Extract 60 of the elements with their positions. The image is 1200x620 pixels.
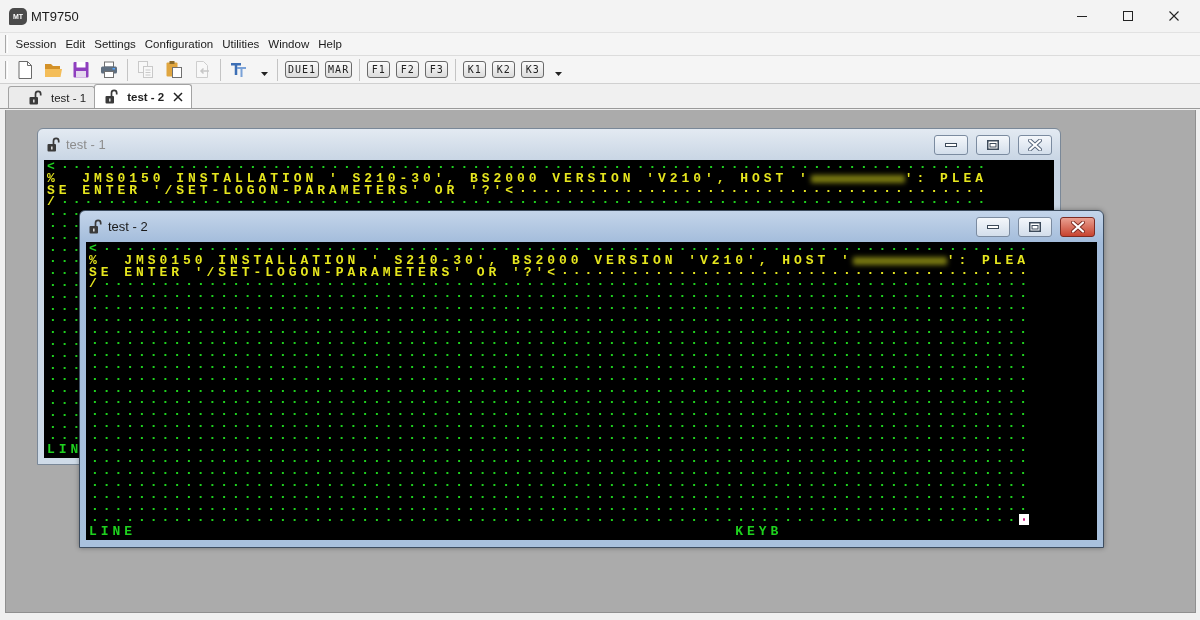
minimize-button[interactable] — [976, 216, 1010, 237]
key-button[interactable]: DUE1 — [285, 61, 320, 78]
key-button[interactable]: K3 — [521, 61, 545, 78]
app-title: MT9750 — [31, 8, 79, 24]
key-button[interactable]: F1 — [367, 61, 391, 78]
terminal-text: / — [47, 196, 59, 209]
minimize-button[interactable] — [934, 134, 968, 155]
terminal-text: SE ENTER '/SET-LOGON-PARAMETERS' OR '?'< — [89, 266, 560, 279]
menu-item[interactable]: Help — [313, 36, 347, 52]
status-text: LINE — [89, 526, 136, 538]
caret-icon[interactable] — [555, 71, 563, 76]
minimize-icon[interactable] — [1077, 15, 1087, 17]
terminal-text: < — [47, 161, 59, 173]
close-button[interactable] — [1018, 134, 1052, 155]
padlock-icon — [105, 89, 119, 104]
terminal-text: % JMS0150 INSTALLATION ' S210-30', BS2000 VERSION 'V210', HOST ' — [89, 254, 853, 267]
terminal-text: < — [89, 243, 101, 255]
key-button[interactable]: F3 — [425, 61, 449, 78]
menu-item[interactable]: Edit — [60, 36, 90, 52]
font-icon[interactable] — [230, 60, 248, 79]
menu-item[interactable]: Window — [263, 36, 314, 52]
key-button[interactable]: MAR — [325, 61, 353, 78]
paste-icon[interactable] — [165, 59, 183, 80]
save-icon[interactable] — [72, 59, 90, 80]
close-icon[interactable] — [173, 91, 184, 102]
menu-item[interactable]: Configuration — [140, 36, 218, 52]
terminal-text: ': PLEA — [904, 172, 987, 185]
caret-icon[interactable] — [261, 71, 268, 76]
menu-item[interactable]: Session — [11, 36, 61, 52]
window-title: test - 1 — [66, 137, 106, 152]
status-text: KEYB — [735, 526, 783, 538]
close-button[interactable] — [1060, 216, 1095, 237]
tab[interactable]: test - 2 — [94, 84, 193, 108]
maximize-icon — [1029, 221, 1041, 232]
maximize-button[interactable] — [1018, 216, 1052, 237]
close-icon — [1028, 138, 1042, 151]
padlock-icon — [89, 219, 102, 234]
padlock-icon — [47, 137, 60, 152]
terminal-text: % JMS0150 INSTALLATION ' S210-30', BS2000 VERSION 'V210', HOST ' — [47, 172, 811, 185]
menu-item[interactable]: Utilities — [217, 36, 264, 52]
padlock-icon — [29, 90, 42, 105]
terminal-text: ': PLEA — [946, 254, 1029, 267]
menu-item[interactable]: Settings — [89, 36, 141, 52]
new-document-icon[interactable] — [16, 59, 34, 80]
maximize-icon — [987, 139, 999, 150]
close-icon[interactable] — [1169, 11, 1179, 21]
terminal-text: SE ENTER '/SET-LOGON-PARAMETERS' OR '?'< — [47, 184, 518, 197]
print-icon[interactable] — [100, 59, 118, 80]
key-button[interactable]: F2 — [396, 61, 420, 78]
minimize-icon — [945, 142, 957, 147]
terminal-text: / — [89, 278, 101, 291]
maximize-icon[interactable] — [1123, 11, 1133, 21]
key-button[interactable]: K1 — [463, 61, 487, 78]
minimize-icon — [987, 224, 999, 229]
maximize-button[interactable] — [976, 134, 1010, 155]
close-icon — [1070, 220, 1085, 233]
window-title: test - 2 — [108, 219, 148, 234]
status-text: LIN — [47, 444, 83, 456]
tab[interactable]: test - 1 — [8, 86, 96, 108]
key-button[interactable]: K2 — [492, 61, 516, 78]
